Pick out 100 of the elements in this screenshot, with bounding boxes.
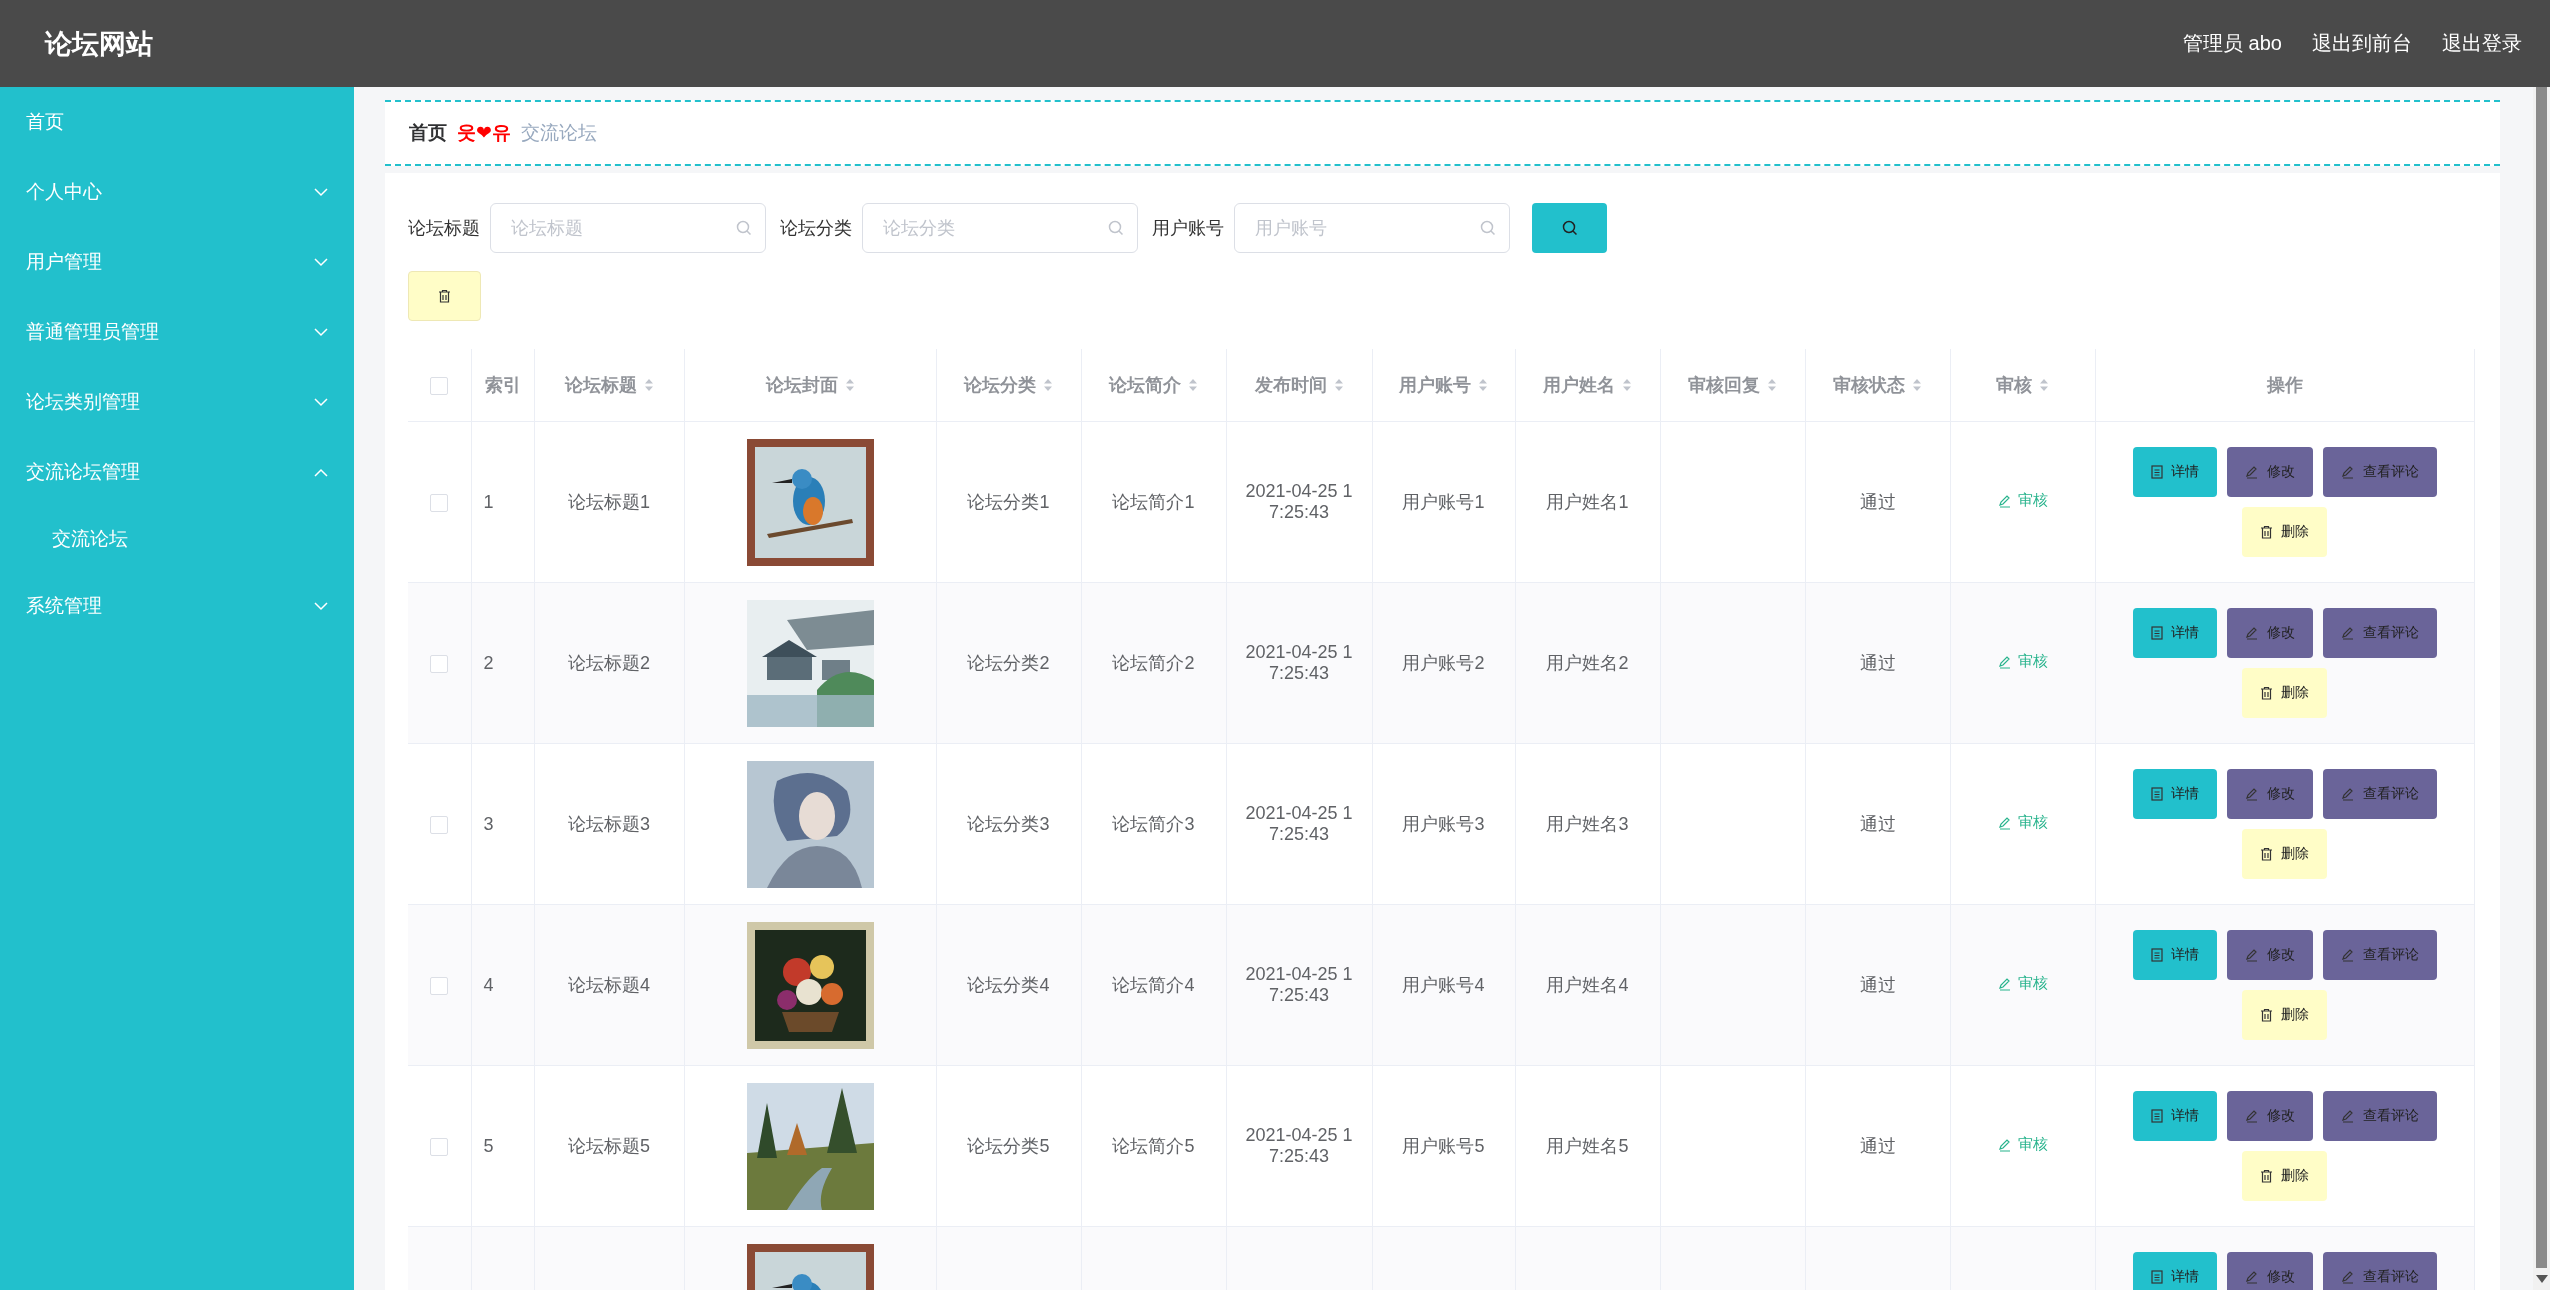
pencil-icon — [2340, 626, 2355, 640]
sidebar-item[interactable]: 个人中心 — [0, 157, 354, 227]
search-label: 论坛标题 — [408, 217, 480, 240]
review-link[interactable]: 审核 — [1997, 652, 2048, 672]
edit-button[interactable]: 修改 — [2226, 1252, 2313, 1290]
table-cell: 论坛简介3 — [1112, 814, 1195, 834]
table-cell: 论坛分类1 — [967, 492, 1050, 512]
checkbox[interactable] — [430, 815, 449, 834]
sort-icon — [2039, 377, 2049, 393]
table-cell: 论坛标题5 — [568, 1136, 650, 1156]
search-icon — [1108, 220, 1124, 236]
trash-icon — [2260, 1169, 2273, 1183]
checkbox[interactable] — [430, 376, 449, 395]
sort-icon — [1622, 377, 1632, 393]
checkbox[interactable] — [430, 1137, 449, 1156]
review-link[interactable]: 审核 — [1997, 491, 2048, 511]
column-header[interactable]: 审核回复 — [1688, 373, 1760, 397]
pencil-icon — [2244, 626, 2259, 640]
sidebar-subitem[interactable]: 交流论坛 — [0, 507, 354, 571]
search-field[interactable]: 用户账号 — [1234, 203, 1510, 253]
trash-icon — [438, 289, 451, 303]
search-icon — [1480, 220, 1496, 236]
checkbox[interactable] — [430, 493, 449, 512]
column-header[interactable]: 用户姓名 — [1543, 373, 1615, 397]
pencil-icon — [1997, 976, 2012, 991]
table-cell: 论坛简介2 — [1112, 653, 1195, 673]
document-icon — [2150, 465, 2163, 479]
column-header[interactable]: 论坛简介 — [1109, 373, 1181, 397]
scroll-down-icon[interactable] — [2535, 1275, 2548, 1283]
table-cell: 用户账号1 — [1402, 492, 1485, 512]
column-header[interactable]: 论坛封面 — [765, 373, 838, 397]
sort-icon — [1333, 377, 1344, 393]
edit-button[interactable]: 查看评论 — [2322, 1252, 2437, 1290]
header-link[interactable]: 退出登录 — [2442, 30, 2522, 57]
review-link[interactable]: 审核 — [1997, 813, 2048, 833]
delete-button[interactable]: 删除 — [2242, 829, 2327, 879]
table-cell: 论坛简介4 — [1112, 975, 1195, 995]
delete-button[interactable]: 删除 — [2242, 507, 2327, 557]
sort-icon — [1043, 377, 1053, 393]
delete-button[interactable] — [408, 271, 481, 321]
header-link[interactable]: 退出到前台 — [2312, 30, 2412, 57]
table-cell: 用户账号4 — [1402, 975, 1485, 995]
detail-button[interactable]: 详情 — [2132, 1091, 2217, 1141]
review-link[interactable]: 审核 — [1997, 974, 2048, 994]
column-header[interactable]: 审核状态 — [1833, 373, 1905, 397]
table-cell: 通过 — [1859, 1136, 1896, 1156]
sidebar-item[interactable]: 用户管理 — [0, 227, 354, 297]
detail-button[interactable]: 详情 — [2132, 930, 2217, 980]
table-cell: 通过 — [1859, 492, 1896, 512]
sidebar-item[interactable]: 系统管理 — [0, 571, 354, 641]
detail-button[interactable]: 详情 — [2132, 1252, 2217, 1290]
sidebar-item[interactable]: 论坛类别管理 — [0, 367, 354, 437]
edit-button[interactable]: 修改 — [2226, 447, 2313, 497]
pencil-icon — [2340, 787, 2355, 801]
edit-button[interactable]: 查看评论 — [2322, 447, 2437, 497]
table-cell: 论坛标题1 — [568, 492, 650, 512]
edit-button[interactable]: 查看评论 — [2322, 930, 2437, 980]
edit-button[interactable]: 修改 — [2226, 930, 2313, 980]
edit-button[interactable]: 修改 — [2226, 1091, 2313, 1141]
review-link[interactable]: 审核 — [1997, 1135, 2048, 1155]
trash-icon — [2260, 847, 2273, 861]
sidebar-item[interactable]: 交流论坛管理 — [0, 437, 354, 507]
table-cell: 2021-04-25 1 7:25:43 — [1245, 642, 1353, 683]
sidebar-item[interactable]: 普通管理员管理 — [0, 297, 354, 367]
search-field[interactable]: 论坛分类 — [862, 203, 1138, 253]
breadcrumb-current: 交流论坛 — [520, 121, 597, 145]
table-cell: 2 — [483, 652, 494, 673]
detail-button[interactable]: 详情 — [2132, 769, 2217, 819]
column-header[interactable]: 论坛分类 — [964, 373, 1036, 397]
document-icon — [2150, 1109, 2163, 1123]
edit-button[interactable]: 修改 — [2226, 769, 2313, 819]
column-header[interactable]: 论坛标题 — [564, 373, 637, 397]
pencil-icon — [2244, 1109, 2259, 1123]
sort-icon — [1188, 377, 1198, 393]
sidebar-item[interactable]: 首页 — [0, 87, 354, 157]
column-header: 操作 — [2266, 374, 2303, 397]
search-button[interactable] — [1532, 203, 1607, 253]
delete-button[interactable]: 删除 — [2242, 668, 2327, 718]
breadcrumb-home[interactable]: 首页 — [409, 120, 447, 146]
search-field[interactable]: 论坛标题 — [490, 203, 766, 253]
edit-button[interactable]: 修改 — [2226, 608, 2313, 658]
edit-button[interactable]: 查看评论 — [2322, 608, 2437, 658]
checkbox[interactable] — [430, 654, 449, 673]
detail-button[interactable]: 详情 — [2132, 447, 2217, 497]
sort-icon — [844, 377, 855, 393]
column-header[interactable]: 用户账号 — [1399, 373, 1471, 397]
checkbox[interactable] — [430, 976, 449, 995]
table-cell: 用户账号5 — [1402, 1136, 1485, 1156]
column-header[interactable]: 审核 — [1996, 373, 2032, 397]
detail-button[interactable]: 详情 — [2132, 608, 2217, 658]
scrollbar-thumb[interactable] — [2536, 87, 2547, 1268]
header-link[interactable]: 管理员 abo — [2183, 30, 2282, 57]
delete-button[interactable]: 删除 — [2242, 1151, 2327, 1201]
edit-button[interactable]: 查看评论 — [2322, 1091, 2437, 1141]
edit-button[interactable]: 查看评论 — [2322, 769, 2437, 819]
delete-button[interactable]: 删除 — [2242, 990, 2327, 1040]
column-header[interactable]: 发布时间 — [1254, 373, 1327, 397]
sort-icon — [1912, 377, 1922, 393]
table-cell: 1 — [483, 491, 494, 512]
table-cell: 2021-04-25 1 7:25:43 — [1245, 1125, 1353, 1166]
